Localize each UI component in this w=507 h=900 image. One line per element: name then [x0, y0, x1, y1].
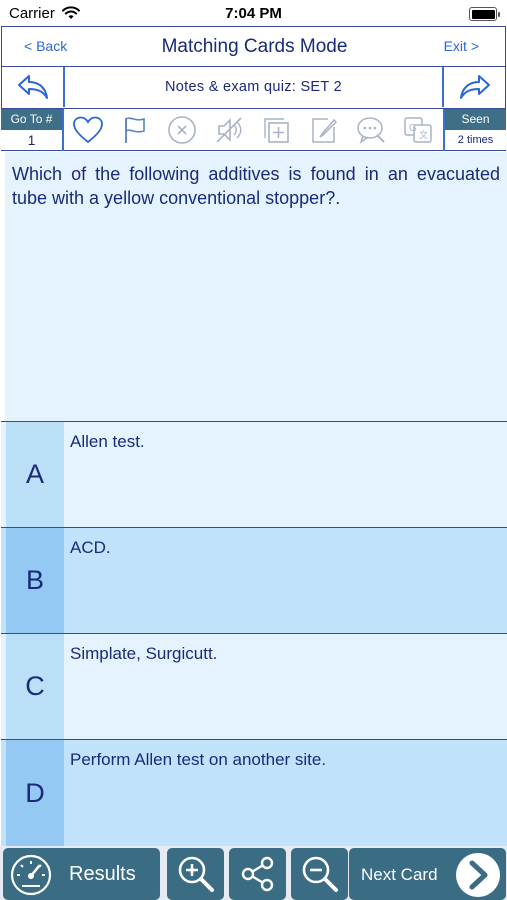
seen-counter: Seen 2 times — [443, 109, 506, 151]
answer-text: ACD. — [70, 538, 111, 557]
page-title: Matching Cards Mode — [161, 36, 348, 57]
comment-icon[interactable] — [354, 114, 388, 146]
answer-text: Simplate, Surgicutt. — [70, 644, 218, 663]
translate-icon[interactable]: G 文 — [401, 114, 435, 146]
svg-text:文: 文 — [419, 129, 428, 140]
zoom-out-button[interactable] — [291, 848, 348, 900]
results-label: Results — [69, 863, 136, 885]
quiz-header: Notes & exam quiz: SET 2 — [1, 67, 506, 109]
answer-letter: D — [6, 740, 64, 846]
answer-option-d[interactable]: D Perform Allen test on another site. — [1, 739, 507, 846]
answer-option-b[interactable]: B ACD. — [1, 527, 507, 633]
seen-value: 2 times — [457, 134, 494, 146]
goto-label: Go To # — [1, 109, 62, 130]
goto-card-control[interactable]: Go To # 1 — [1, 109, 64, 151]
navigation-bar: < Back Matching Cards Mode Exit > — [1, 26, 506, 67]
zoom-in-icon — [178, 856, 214, 892]
answer-option-c[interactable]: C Simplate, Surgicutt. — [1, 633, 507, 739]
exit-button[interactable]: Exit > — [444, 38, 479, 54]
previous-card-button[interactable] — [2, 67, 65, 107]
card-toolbar: Go To # 1 G 文 Seen 2 times — [1, 109, 506, 151]
zoom-in-button[interactable] — [167, 848, 224, 900]
mute-icon[interactable] — [212, 114, 246, 146]
answer-option-a[interactable]: A Allen test. — [1, 421, 507, 527]
answer-letter: C — [6, 634, 64, 739]
battery-icon — [469, 7, 500, 21]
chevron-right-icon — [456, 853, 500, 897]
next-card-label: Next Card — [361, 865, 438, 884]
next-card-arrow-button[interactable] — [442, 67, 505, 107]
question-text: Which of the following additives is foun… — [12, 164, 500, 208]
speedometer-icon — [10, 854, 52, 896]
heart-icon[interactable] — [71, 114, 105, 146]
flag-icon[interactable] — [118, 114, 152, 146]
next-card-button[interactable]: Next Card — [349, 848, 506, 900]
answer-text: Allen test. — [70, 432, 145, 451]
answer-letter: B — [6, 528, 64, 633]
edit-icon[interactable] — [307, 114, 341, 146]
share-button[interactable] — [229, 848, 286, 900]
question-panel: Which of the following additives is foun… — [5, 152, 507, 421]
status-bar: Carrier 7:04 PM — [0, 0, 507, 28]
svg-text:G: G — [409, 123, 417, 134]
seen-label: Seen — [445, 109, 506, 130]
undo-arrow-icon — [17, 75, 48, 99]
clock: 7:04 PM — [225, 5, 282, 22]
answer-letter: A — [6, 422, 64, 527]
close-circle-icon[interactable] — [165, 114, 199, 146]
quiz-title: Notes & exam quiz: SET 2 — [165, 79, 342, 95]
add-card-icon[interactable] — [259, 114, 293, 146]
share-icon — [241, 856, 273, 892]
results-button[interactable]: Results — [3, 848, 160, 900]
redo-arrow-icon — [459, 75, 490, 99]
bottom-toolbar: Results Next Card — [0, 846, 507, 900]
goto-value[interactable]: 1 — [1, 130, 62, 151]
zoom-out-icon — [302, 856, 338, 892]
answer-text: Perform Allen test on another site. — [70, 750, 327, 769]
